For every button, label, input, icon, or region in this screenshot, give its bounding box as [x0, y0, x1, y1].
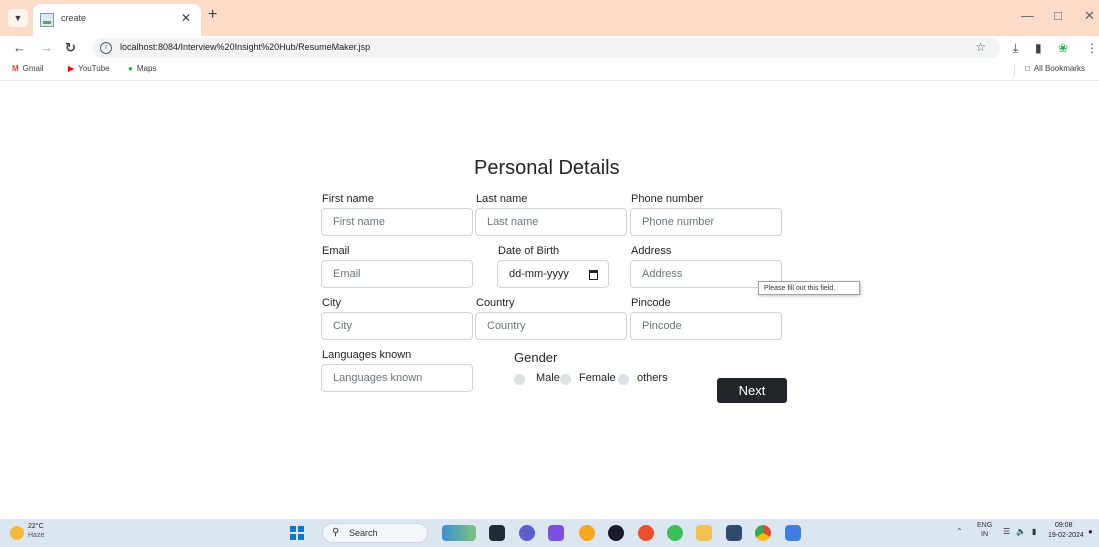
bookmark-maps[interactable]: ● Maps: [128, 64, 156, 73]
last-name-input[interactable]: Last name: [475, 208, 627, 236]
validation-tooltip: Please fill out this field.: [758, 281, 860, 295]
date-of-birth-value: dd-mm-yyyy: [509, 268, 569, 280]
file-explorer-icon[interactable]: [696, 525, 712, 541]
show-hidden-icons-chevron-icon[interactable]: ⌃: [956, 527, 963, 536]
bookmark-gmail[interactable]: M Gmail: [12, 64, 44, 73]
first-name-label: First name: [322, 193, 374, 205]
email-input[interactable]: Email: [321, 260, 473, 288]
task-view-icon[interactable]: [489, 525, 505, 541]
youtube-icon: ▶: [68, 64, 75, 73]
wifi-icon[interactable]: ☰: [1003, 527, 1010, 536]
search-app-icon[interactable]: [579, 525, 595, 541]
gender-male-radio[interactable]: [514, 374, 525, 385]
folder-icon: □: [1025, 64, 1030, 73]
bookmark-youtube[interactable]: ▶ YouTube: [68, 64, 110, 73]
eclipse-app-icon[interactable]: [608, 525, 624, 541]
clock-date[interactable]: 19-02-2024: [1048, 532, 1084, 539]
bookmark-star-icon[interactable]: ☆: [975, 40, 986, 54]
window-minimize-icon[interactable]: —: [1021, 8, 1034, 23]
email-label: Email: [322, 245, 350, 257]
bookmarks-separator: [1014, 63, 1015, 76]
widgets-app-icon[interactable]: [442, 525, 476, 541]
calendar-icon[interactable]: [589, 270, 598, 280]
gender-others-radio[interactable]: [618, 374, 629, 385]
languages-known-label: Languages known: [322, 349, 412, 361]
gender-female-radio[interactable]: [560, 374, 571, 385]
date-of-birth-label: Date of Birth: [498, 245, 560, 257]
new-tab-plus-icon[interactable]: +: [208, 6, 217, 24]
visual-studio-icon[interactable]: [548, 525, 564, 541]
weather-sun-icon[interactable]: [10, 526, 24, 540]
search-icon: ⚲: [332, 527, 340, 538]
security-app-icon[interactable]: [726, 525, 742, 541]
page-title: Personal Details: [474, 157, 620, 179]
tab-close-icon[interactable]: ✕: [181, 11, 191, 25]
tab-search-chevron-icon[interactable]: ▼: [8, 9, 28, 27]
phone-number-label: Phone number: [631, 193, 704, 205]
chrome-app-icon[interactable]: [755, 525, 771, 541]
site-info-icon[interactable]: i: [100, 42, 112, 54]
maps-pin-icon: ●: [128, 64, 133, 73]
forward-arrow-icon[interactable]: →: [40, 40, 53, 55]
browser-toolbar: ← → ↻ i localhost:8084/Interview%20Insig…: [0, 36, 1099, 60]
bookmarks-bar: M Gmail ▶ YouTube ● Maps □ All Bookmarks: [0, 60, 1099, 81]
browser-app-icon[interactable]: [638, 525, 654, 541]
windows-start-icon[interactable]: [290, 526, 304, 540]
browser-menu-icon[interactable]: ⋮: [1086, 41, 1098, 55]
tab-favicon-icon: [40, 13, 54, 27]
gender-label: Gender: [514, 350, 558, 365]
last-name-label: Last name: [476, 193, 528, 205]
window-close-icon[interactable]: ✕: [1084, 8, 1095, 24]
gender-male-label: Male: [536, 372, 560, 384]
intellij-app-icon[interactable]: [785, 525, 801, 541]
country-input[interactable]: Country: [475, 312, 627, 340]
weather-description: Haze: [28, 532, 45, 539]
language-indicator-top[interactable]: ENG: [977, 522, 992, 529]
window-restore-icon[interactable]: □: [1054, 8, 1062, 23]
side-panel-icon[interactable]: ▮: [1035, 41, 1042, 55]
gender-others-label: others: [637, 372, 668, 384]
reload-icon[interactable]: ↻: [65, 40, 76, 56]
pincode-label: Pincode: [631, 297, 671, 309]
taskbar-search-label: Search: [349, 528, 378, 538]
address-label: Address: [631, 245, 672, 257]
country-label: Country: [476, 297, 515, 309]
browser-tab[interactable]: create ✕: [33, 4, 201, 36]
edge-app-icon[interactable]: [667, 525, 683, 541]
weather-temperature: 22°C: [28, 523, 44, 530]
tab-title: create: [61, 13, 87, 23]
taskbar: 22°C Haze ⚲ Search ⌃ ENG IN ☰ 🔈 ▮ 09:08 …: [0, 519, 1099, 547]
date-of-birth-input[interactable]: dd-mm-yyyy: [497, 260, 609, 288]
languages-known-input[interactable]: Languages known: [321, 364, 473, 392]
browser-tab-strip: ▼ create ✕ + — □ ✕: [0, 0, 1099, 36]
extension-icon[interactable]: ❀: [1058, 41, 1068, 55]
city-input[interactable]: City: [321, 312, 473, 340]
gender-female-label: Female: [579, 372, 616, 384]
address-bar[interactable]: i localhost:8084/Interview%20Insight%20H…: [93, 38, 1000, 58]
language-indicator-bottom[interactable]: IN: [981, 531, 988, 538]
all-bookmarks-button[interactable]: □ All Bookmarks: [1025, 64, 1085, 73]
volume-icon[interactable]: 🔈: [1016, 527, 1026, 536]
gmail-icon: M: [12, 64, 19, 73]
first-name-input[interactable]: First name: [321, 208, 473, 236]
pincode-input[interactable]: Pincode: [630, 312, 782, 340]
address-url: localhost:8084/Interview%20Insight%20Hub…: [120, 42, 371, 52]
city-label: City: [322, 297, 341, 309]
next-button[interactable]: Next: [717, 378, 787, 403]
taskbar-search[interactable]: ⚲ Search: [322, 523, 428, 543]
back-arrow-icon[interactable]: ←: [13, 40, 26, 55]
clock-time[interactable]: 09:08: [1055, 522, 1073, 529]
phone-number-input[interactable]: Phone number: [630, 208, 782, 236]
battery-icon[interactable]: ▮: [1032, 527, 1036, 536]
chat-app-icon[interactable]: [519, 525, 535, 541]
download-icon[interactable]: ⤓: [1013, 41, 1018, 56]
notification-bell-icon[interactable]: ●: [1088, 527, 1093, 536]
